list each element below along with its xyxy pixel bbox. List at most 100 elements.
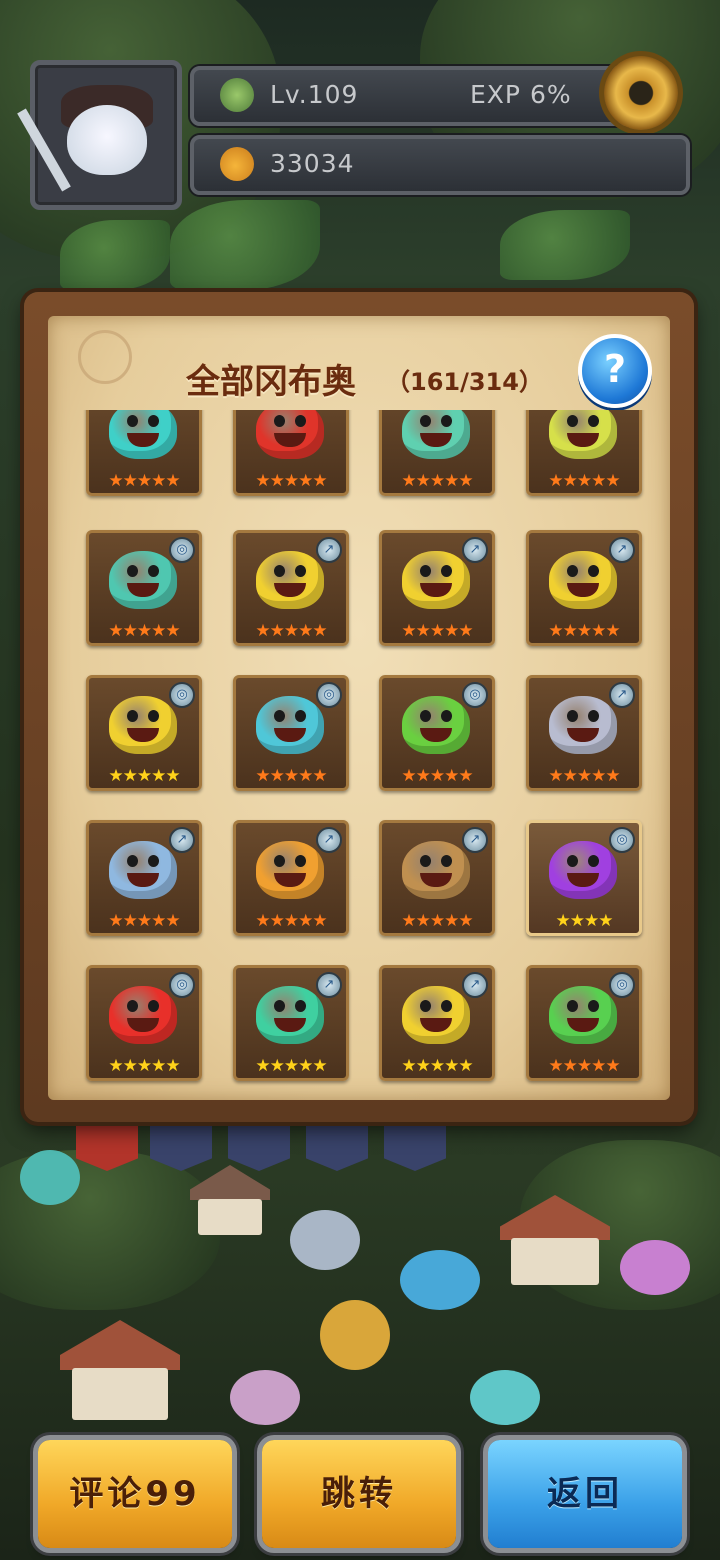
pet-eyes [563,1000,603,1012]
avatar-face [67,105,147,175]
pet-card[interactable]: ↗ ★★★★★ [526,530,642,646]
pet-eyes [123,415,163,427]
pet-card[interactable]: ◎ ★★★★★ [86,675,202,791]
back-button[interactable]: 返回 [488,1440,682,1548]
pet-eyes [416,855,456,867]
pet-card[interactable]: ↗ ★★★★★ [233,530,349,646]
pet-eyes [270,565,310,577]
pet-eyes [123,1000,163,1012]
water-element-icon: ◎ [169,972,195,998]
star-rating: ★★★★★ [401,766,473,786]
weapon-element-icon: ↗ [462,537,488,563]
pet-card[interactable]: ★★★★★ [379,410,495,496]
star-rating: ★★★★★ [108,766,180,786]
star-rating: ★★★★★ [401,1056,473,1076]
weapon-element-icon: ↗ [316,537,342,563]
pet-eyes [563,710,603,722]
star-rating: ★★★★★ [108,471,180,491]
pet-portrait [549,696,617,754]
water-element-icon: ◎ [169,682,195,708]
pet-card[interactable]: ↗ ★★★★★ [233,820,349,936]
pet-card[interactable]: ◎ ★★★★★ [233,675,349,791]
star-rating: ★★★★★ [255,1056,327,1076]
fruit-currency-icon [220,147,254,181]
weapon-element-icon: ↗ [316,972,342,998]
pet-portrait [109,696,177,754]
weapon-element-icon: ↗ [316,827,342,853]
pet-grid[interactable]: ★★★★★ ★★★★★ ★★★★★ ★★★★★ ◎ ★★★★★ ↗ ★★★★★ ↗ ★★★★★ ↗ ★… [52,410,668,1092]
pet-card[interactable]: ↗ ★★★★★ [379,530,495,646]
pet-portrait [549,551,617,609]
pet-card[interactable]: ◎ ★★★★★ [526,965,642,1081]
pet-portrait [402,986,470,1044]
star-rating: ★★★★★ [401,911,473,931]
currency-bar: 33034 [190,135,690,195]
weapon-element-icon: ↗ [462,972,488,998]
comment-button[interactable]: 评论99 [38,1440,232,1548]
star-rating: ★★★★★ [108,621,180,641]
panel-title: 全部冈布奥 [186,362,356,402]
star-rating: ★★★★★ [548,471,620,491]
pet-card[interactable]: ↗ ★★★★★ [379,965,495,1081]
pet-card[interactable]: ↗ ★★★★★ [526,675,642,791]
weapon-element-icon: ↗ [609,682,635,708]
pet-eyes [270,855,310,867]
clover-icon [220,78,254,112]
player-avatar[interactable] [17,60,182,210]
star-rating: ★★★★★ [401,621,473,641]
pet-portrait [549,841,617,899]
star-rating: ★★★★★ [255,471,327,491]
jump-button[interactable]: 跳转 [262,1440,456,1548]
pet-card[interactable]: ↗ ★★★★★ [86,820,202,936]
star-rating: ★★★★★ [255,621,327,641]
pet-portrait [256,551,324,609]
pet-portrait [256,841,324,899]
weapon-element-icon: ↗ [462,827,488,853]
settings-gear-icon[interactable] [604,56,678,130]
pet-card[interactable]: ◎ ★★★★ [526,820,642,936]
water-element-icon: ◎ [609,972,635,998]
weapon-element-icon: ↗ [609,537,635,563]
pet-portrait [402,841,470,899]
help-button[interactable]: ? [578,334,652,408]
currency-amount: 33034 [270,149,355,178]
water-element-icon: ◎ [169,537,195,563]
pet-portrait [256,986,324,1044]
pet-portrait [109,986,177,1044]
pet-portrait [549,986,617,1044]
pet-eyes [416,710,456,722]
level-text: Lv.109 [270,80,359,109]
star-rating: ★★★★★ [548,621,620,641]
pet-card[interactable]: ↗ ★★★★★ [233,965,349,1081]
pet-eyes [123,710,163,722]
pet-card[interactable]: ★★★★★ [86,410,202,496]
emblem-icon [78,330,132,384]
weapon-element-icon: ↗ [169,827,195,853]
water-element-icon: ◎ [462,682,488,708]
pet-card[interactable]: ◎ ★★★★★ [379,675,495,791]
pet-card[interactable]: ★★★★★ [233,410,349,496]
star-rating: ★★★★★ [108,911,180,931]
pet-card[interactable]: ★★★★★ [526,410,642,496]
star-rating: ★★★★★ [548,766,620,786]
collection-count: （161/314） [386,368,543,396]
pet-card[interactable]: ↗ ★★★★★ [379,820,495,936]
pet-eyes [416,1000,456,1012]
pet-eyes [270,710,310,722]
pet-eyes [416,565,456,577]
level-bar: Lv.109 EXP 6% [190,66,638,126]
pet-card[interactable]: ◎ ★★★★★ [86,530,202,646]
pet-eyes [563,565,603,577]
pet-eyes [563,415,603,427]
exp-text: EXP 6% [470,80,572,109]
pet-portrait [109,551,177,609]
pet-portrait [402,696,470,754]
water-element-icon: ◎ [609,827,635,853]
star-rating: ★★★★ [555,911,614,931]
star-rating: ★★★★★ [108,1056,180,1076]
pet-eyes [270,415,310,427]
water-element-icon: ◎ [316,682,342,708]
pet-eyes [416,415,456,427]
pet-portrait [109,841,177,899]
pet-card[interactable]: ◎ ★★★★★ [86,965,202,1081]
